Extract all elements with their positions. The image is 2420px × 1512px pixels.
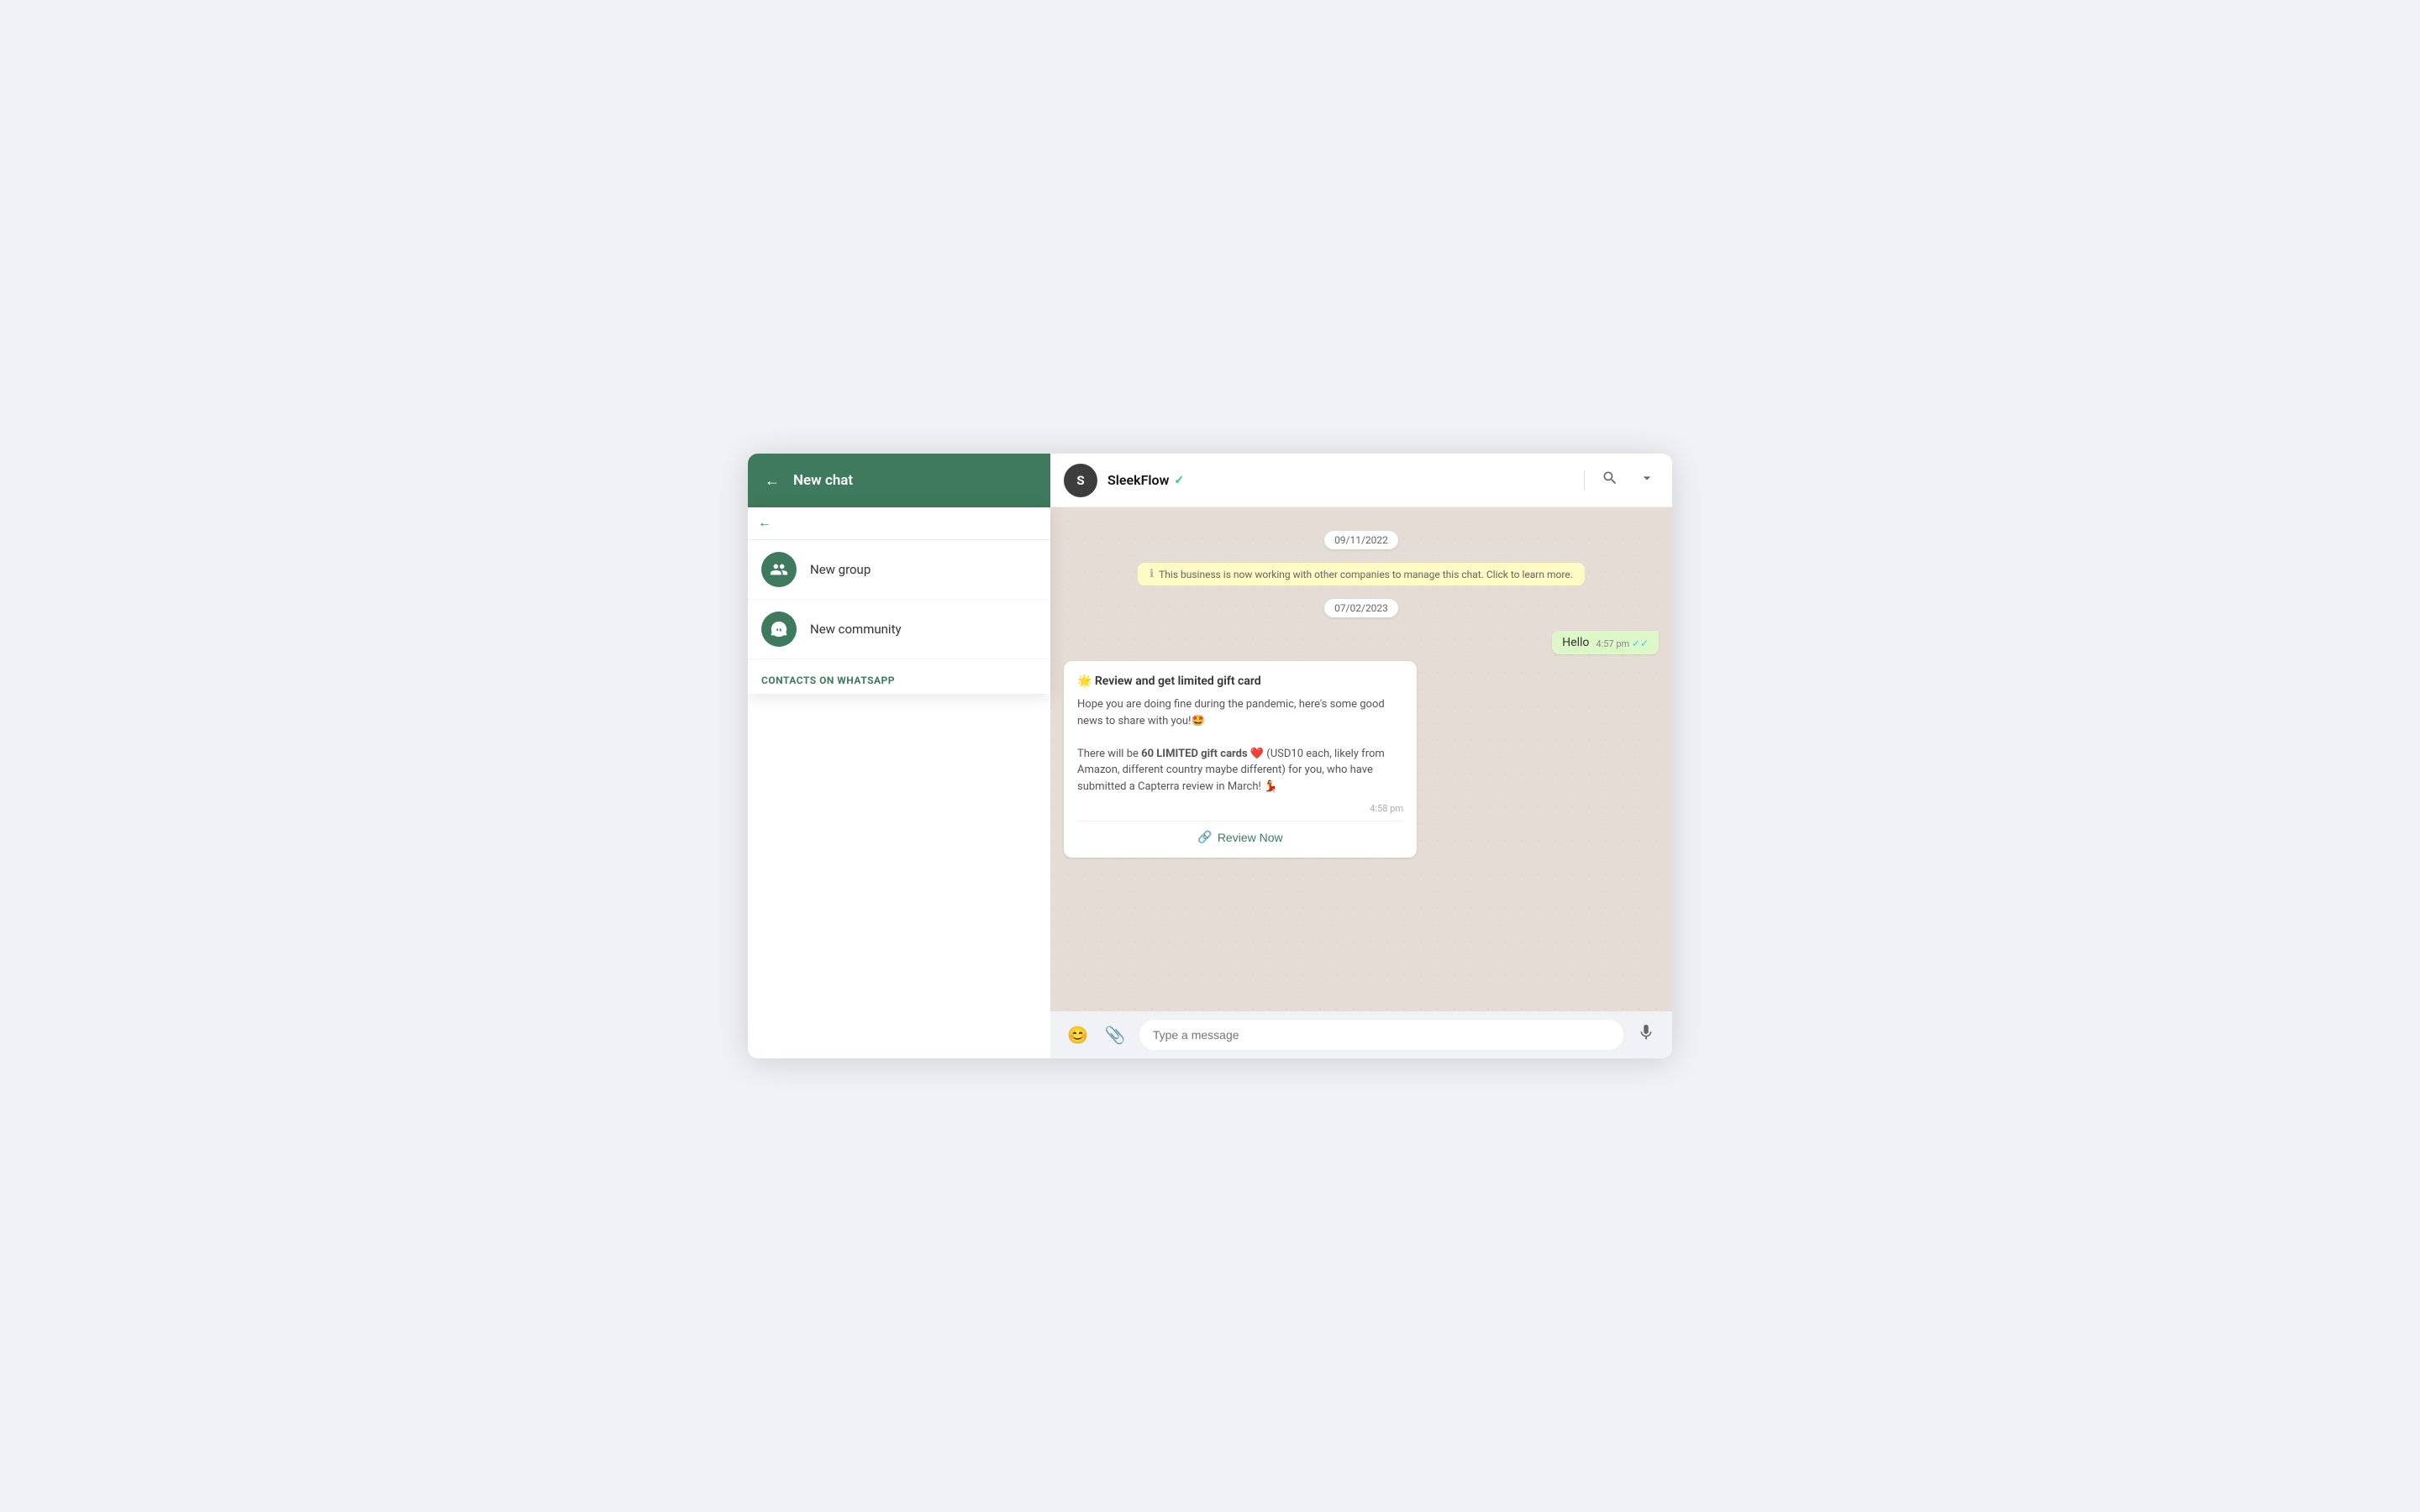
outgoing-message: Hello 4:57 pm ✓✓ (1552, 631, 1659, 654)
search-bar: ← (748, 507, 1050, 540)
contacts-section: CONTACTS ON WHATSAPP (748, 659, 1050, 694)
app-window: ← New chat ← New group (748, 454, 1672, 1058)
sidebar-header: ← New chat (748, 454, 1050, 507)
card-action: 🔗 Review Now (1077, 821, 1403, 844)
mic-button[interactable] (1634, 1020, 1659, 1050)
card-title: 🌟 Review and get limited gift card (1077, 675, 1403, 688)
review-now-button[interactable]: 🔗 Review Now (1077, 830, 1403, 844)
sidebar: ← New chat ← New group (748, 454, 1050, 1058)
card-time: 4:58 pm (1077, 803, 1403, 814)
card-message: 🌟 Review and get limited gift card Hope … (1064, 661, 1417, 858)
new-group-icon (761, 552, 797, 587)
chat-header: S SleekFlow ✓ (1050, 454, 1672, 507)
new-community-icon (761, 612, 797, 647)
new-community-label: New community (810, 622, 902, 637)
sidebar-title: New chat (793, 472, 853, 489)
back-button[interactable]: ← (765, 473, 780, 488)
external-link-icon: 🔗 (1197, 830, 1212, 844)
date-badge-2: 07/02/2023 (1324, 599, 1398, 617)
messages-area: 09/11/2022 ℹ This business is now workin… (1050, 507, 1672, 1011)
search-input[interactable] (780, 517, 1040, 530)
message-time: 4:57 pm ✓✓ (1596, 638, 1649, 649)
emoji-button[interactable]: 😊 (1064, 1021, 1092, 1049)
chat-area: S SleekFlow ✓ (1050, 454, 1672, 1058)
card-body: Hope you are doing fine during the pande… (1077, 696, 1403, 795)
chat-header-left: S SleekFlow ✓ (1064, 464, 1184, 497)
divider (1584, 470, 1585, 491)
attach-button[interactable]: 📎 (1102, 1021, 1129, 1049)
info-icon: ℹ (1150, 568, 1154, 580)
avatar: S (1064, 464, 1097, 497)
date-badge: 09/11/2022 (1324, 531, 1398, 549)
search-back-button[interactable]: ← (758, 516, 771, 531)
new-group-item[interactable]: New group (748, 540, 1050, 600)
info-badge[interactable]: ℹ This business is now working with othe… (1138, 563, 1585, 585)
message-text: Hello (1562, 636, 1589, 649)
chat-header-right (1584, 466, 1659, 494)
input-bar: 😊 📎 (1050, 1011, 1672, 1058)
read-receipt-icon: ✓✓ (1632, 638, 1649, 649)
new-chat-dropdown: ← New group (748, 507, 1050, 694)
verified-badge: ✓ (1174, 474, 1184, 487)
new-community-item[interactable]: New community (748, 600, 1050, 659)
contacts-label: CONTACTS ON WHATSAPP (761, 675, 895, 686)
message-input[interactable] (1139, 1020, 1623, 1050)
chevron-down-button[interactable] (1635, 466, 1659, 494)
search-button[interactable] (1598, 466, 1622, 494)
new-group-label: New group (810, 562, 871, 577)
chat-name: SleekFlow ✓ (1107, 472, 1184, 488)
